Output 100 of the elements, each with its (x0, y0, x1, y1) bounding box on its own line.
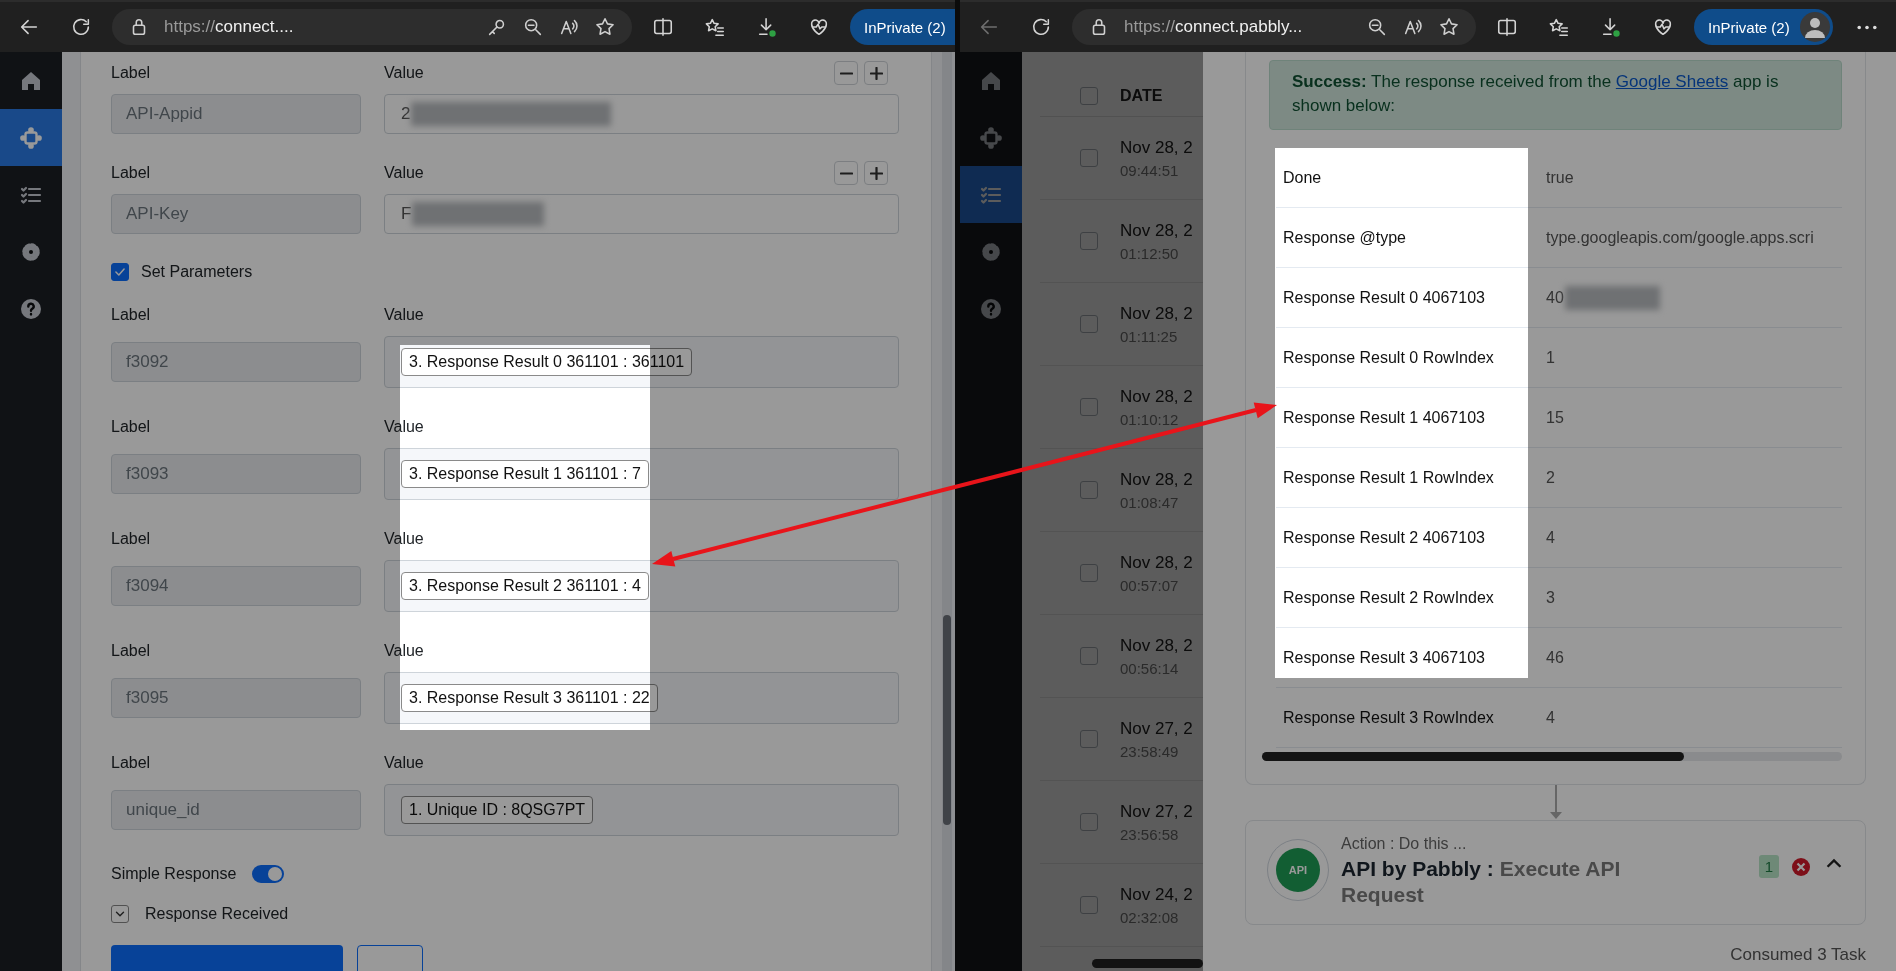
avatar-icon (1799, 12, 1830, 42)
field-caption: Value (384, 306, 425, 324)
usage-text: Consumed 3 Task (1729, 945, 1866, 965)
field-caption: Label (111, 306, 152, 324)
field-value: true (1546, 168, 1574, 187)
variable-tag: 1. Unique ID : 8QSG7PT (401, 796, 594, 824)
field-value: 40 (1546, 288, 1564, 307)
url-text: https://connect.pabbly... (1124, 17, 1303, 37)
sidebar-item[interactable] (960, 166, 1022, 223)
download-icon (1600, 16, 1622, 38)
favorites-icon (704, 16, 726, 38)
field-name: Response Result 0 RowIndex (1282, 348, 1495, 367)
favorites-icon (1548, 16, 1570, 38)
value-field[interactable]: F (384, 194, 899, 234)
field-caption: Label (111, 64, 152, 82)
field-caption: Value (384, 418, 425, 436)
check-icon (113, 265, 127, 279)
checkbox[interactable] (1080, 87, 1098, 105)
date-text: Nov 28, 2 (1120, 469, 1193, 490)
checkbox-label: Set Parameters (141, 263, 253, 281)
field-name: Response Result 3 RowIndex (1282, 708, 1495, 727)
value-field[interactable]: 1. Unique ID : 8QSG7PT (384, 784, 899, 836)
checkbox[interactable] (1080, 813, 1098, 831)
heart-pulse-icon (1652, 16, 1674, 38)
checkbox[interactable] (111, 263, 129, 281)
app-link[interactable]: Google Sheets (1615, 72, 1729, 91)
refresh-icon (70, 16, 92, 38)
address-bar[interactable]: https://connect.pabbly... (1072, 9, 1476, 45)
date-text: Nov 27, 2 (1120, 801, 1193, 822)
field-name: Response Result 0 4067103 (1282, 288, 1486, 307)
value-text: 2 (401, 104, 411, 124)
date-text: Nov 28, 2 (1120, 220, 1193, 241)
value-field[interactable]: 3. Response Result 3 361101 : 22 (384, 672, 899, 724)
field-value: 4 (1546, 528, 1555, 547)
delete-icon[interactable] (1791, 857, 1811, 877)
zoom-out-icon (1366, 16, 1388, 38)
checkbox[interactable] (1080, 315, 1098, 333)
connector-arrow (1548, 785, 1563, 820)
field-value: type.googleapis.com/google.apps.scri (1546, 228, 1814, 247)
value-field[interactable]: 3. Response Result 1 361101 : 7 (384, 448, 899, 500)
help-icon (19, 296, 43, 321)
variable-tag: 3. Response Result 2 361101 : 4 (401, 572, 649, 600)
sidebar-item[interactable] (0, 109, 62, 166)
checkbox[interactable] (1080, 398, 1098, 416)
field-name: Response Result 3 4067103 (1282, 648, 1486, 667)
value-text: F (401, 204, 412, 224)
address-bar[interactable]: https://connect.... (112, 9, 632, 45)
toggle-label: Simple Response (111, 865, 237, 883)
field-caption: Label (111, 642, 152, 660)
checkbox[interactable] (1080, 730, 1098, 748)
toggle-switch[interactable] (252, 865, 285, 883)
field-value: 15 (1546, 408, 1564, 427)
star-icon (1438, 16, 1460, 38)
minus-icon (839, 71, 853, 75)
split-screen-icon (1496, 16, 1518, 38)
collapse-button[interactable] (111, 905, 129, 923)
add-button[interactable] (864, 161, 888, 185)
field-name: Response @type (1282, 228, 1407, 247)
scrollbar-thumb[interactable] (943, 615, 951, 825)
field-caption: Label (111, 164, 152, 182)
checkbox[interactable] (1080, 564, 1098, 582)
date-text: Nov 28, 2 (1120, 635, 1193, 656)
field-name: Response Result 1 4067103 (1282, 408, 1486, 427)
value-field[interactable]: 2 (384, 94, 899, 134)
scrollbar-thumb[interactable] (1262, 752, 1684, 761)
heart-pulse-icon (808, 16, 830, 38)
more-icon (1856, 24, 1877, 30)
checkbox[interactable] (1080, 647, 1098, 665)
column-header: DATE (1120, 87, 1163, 105)
field-value: 46 (1546, 648, 1564, 667)
variable-tag: 3. Response Result 3 361101 : 22 (401, 684, 658, 712)
secondary-button[interactable] (357, 945, 423, 971)
checkbox[interactable] (1080, 149, 1098, 167)
field-caption: Label (111, 754, 152, 772)
plus-icon (869, 166, 883, 180)
field-caption: Value (384, 642, 425, 660)
plus-icon (869, 66, 883, 80)
checkbox[interactable] (1080, 232, 1098, 250)
field-caption: Label (111, 418, 152, 436)
variable-tag: 3. Response Result 1 361101 : 7 (401, 460, 649, 488)
value-field[interactable]: 3. Response Result 2 361101 : 4 (384, 560, 899, 612)
field-name: Response Result 2 4067103 (1282, 528, 1486, 547)
remove-button[interactable] (834, 61, 858, 85)
field-name: Done (1282, 168, 1323, 187)
profile-button[interactable]: InPrivate (2) (850, 9, 955, 45)
checkbox[interactable] (1080, 896, 1098, 914)
star-icon (594, 16, 616, 38)
puzzle-icon (979, 125, 1003, 150)
field-caption: Value (384, 164, 425, 182)
date-text: Nov 28, 2 (1120, 552, 1193, 573)
date-text: Nov 27, 2 (1120, 718, 1193, 739)
add-button[interactable] (864, 61, 888, 85)
checkbox[interactable] (1080, 481, 1098, 499)
scrollbar-thumb[interactable] (1092, 959, 1203, 968)
remove-button[interactable] (834, 161, 858, 185)
minus-icon (839, 171, 853, 175)
action-card[interactable]: API Action : Do this ... API by Pabbly : Execute API Request 1 (1245, 820, 1866, 925)
profile-button[interactable]: InPrivate (2) (1694, 9, 1833, 45)
refresh-icon (1030, 16, 1052, 38)
field-value: 2 (1546, 468, 1555, 487)
